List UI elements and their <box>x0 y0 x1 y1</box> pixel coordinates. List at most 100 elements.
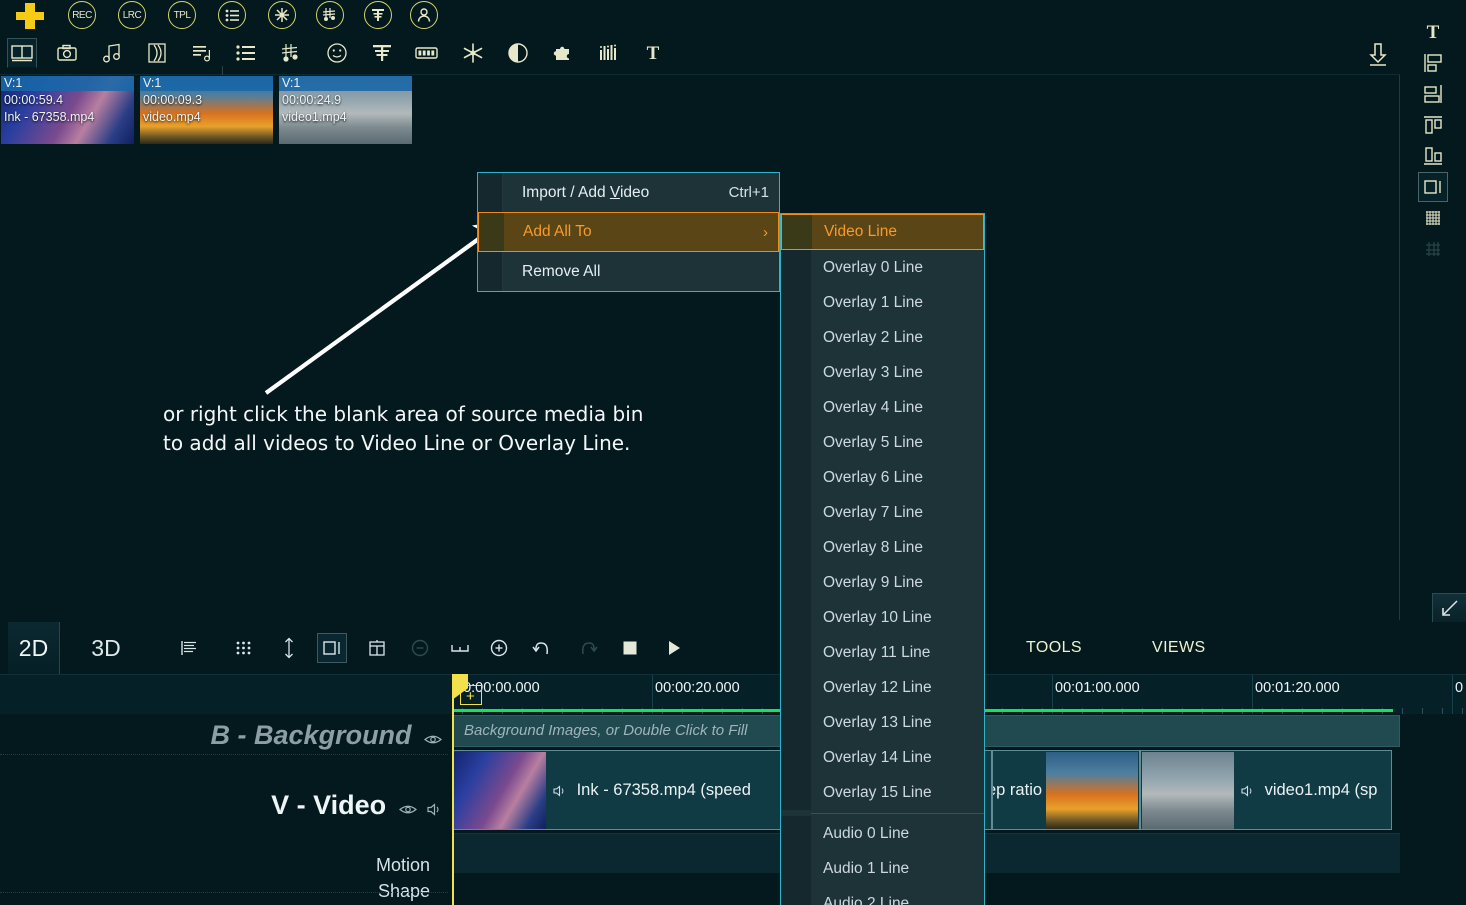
track-sub-label-shape[interactable]: Shape <box>0 878 430 904</box>
lyrics-button[interactable]: LRC <box>118 1 146 29</box>
timeline-tracks: B - Background V - Video Motion Shape Ba… <box>0 709 1466 905</box>
text-tool-icon[interactable]: T <box>1418 17 1448 47</box>
submenu-item-label: Overlay 15 Line <box>823 783 932 801</box>
views-menu[interactable]: VIEWS <box>1152 639 1206 657</box>
submenu-item-overlay-12-line[interactable]: Overlay 12 Line <box>781 670 984 705</box>
emoji-icon[interactable] <box>322 38 352 68</box>
submenu-item-label: Overlay 7 Line <box>823 503 923 521</box>
snowflake-icon[interactable] <box>458 38 488 68</box>
submenu-item-overlay-5-line[interactable]: Overlay 5 Line <box>781 425 984 460</box>
zoom-out-icon[interactable] <box>405 633 435 663</box>
media-filename: video.mp4 <box>143 110 201 124</box>
submenu-item-overlay-6-line[interactable]: Overlay 6 Line <box>781 460 984 495</box>
list-icon[interactable] <box>231 38 261 68</box>
download-icon[interactable] <box>1366 42 1390 68</box>
frame-select-icon[interactable] <box>317 633 347 663</box>
align-center-icon[interactable] <box>1418 79 1448 109</box>
timeline-ruler[interactable]: 00:00:00.000 00:00:20.000 00:01:00.000 00:0… <box>0 674 1466 714</box>
submenu-item-label: Overlay 11 Line <box>823 643 931 661</box>
redo-icon[interactable] <box>573 633 603 663</box>
submenu-item-overlay-2-line[interactable]: Overlay 2 Line <box>781 320 984 355</box>
media-bin-item[interactable]: V:1 00:00:09.3 video.mp4 <box>140 76 273 144</box>
battery-icon[interactable] <box>412 38 442 68</box>
context-menu[interactable]: Import / Add Video Ctrl+1 Add All To › R… <box>477 172 780 292</box>
grid-sparse-icon[interactable] <box>1418 234 1448 264</box>
camera-icon[interactable] <box>52 38 82 68</box>
video-clip[interactable]: video1.mp4 (sp <box>1140 750 1392 830</box>
resize-diagonal-icon[interactable] <box>1432 593 1466 622</box>
sheet-music-icon[interactable] <box>276 38 306 68</box>
puzzle-icon[interactable] <box>548 38 578 68</box>
subtitle-icon[interactable] <box>367 38 397 68</box>
effects-button[interactable] <box>268 1 296 29</box>
submenu-item-overlay-0-line[interactable]: Overlay 0 Line <box>781 250 984 285</box>
play-icon[interactable] <box>659 633 689 663</box>
submenu-item-overlay-13-line[interactable]: Overlay 13 Line <box>781 705 984 740</box>
source-media-bin[interactable]: V:1 00:00:59.4 Ink - 67358.mp4 V:1 00:00… <box>0 75 1400 620</box>
equalizer-icon[interactable] <box>594 38 624 68</box>
tab-3d[interactable]: 3D <box>80 622 132 674</box>
eye-icon[interactable] <box>398 801 421 818</box>
submenu-item-overlay-8-line[interactable]: Overlay 8 Line <box>781 530 984 565</box>
text-icon[interactable]: T <box>638 38 668 68</box>
tools-menu[interactable]: TOOLS <box>1026 639 1082 657</box>
speaker-icon[interactable] <box>427 801 442 818</box>
frame-icon[interactable] <box>1418 172 1448 202</box>
grid-view-icon[interactable] <box>229 633 259 663</box>
subtitle-button[interactable] <box>364 1 392 29</box>
media-bin-icon[interactable] <box>7 38 37 68</box>
submenu-item-overlay-1-line[interactable]: Overlay 1 Line <box>781 285 984 320</box>
playhead-add-icon[interactable]: + <box>466 688 475 705</box>
zoom-in-icon[interactable] <box>484 633 514 663</box>
media-track-label: V:1 <box>1 76 134 91</box>
list-view-icon[interactable] <box>174 633 204 663</box>
user-account-button[interactable] <box>410 1 438 29</box>
stop-icon[interactable] <box>615 633 645 663</box>
submenu-item-overlay-11-line[interactable]: Overlay 11 Line <box>781 635 984 670</box>
list-button[interactable] <box>218 1 246 29</box>
track-sub-label-motion[interactable]: Motion <box>0 852 430 878</box>
clip-label: ep ratio <box>993 781 1042 800</box>
add-media-button[interactable] <box>10 1 50 29</box>
submenu-item-overlay-4-line[interactable]: Overlay 4 Line <box>781 390 984 425</box>
add-all-to-submenu[interactable]: Video Line Overlay 0 Line Overlay 1 Line Ov… <box>780 213 985 905</box>
track-header-video[interactable]: V - Video <box>0 790 448 821</box>
record-button[interactable]: REC <box>68 1 96 29</box>
grid-dense-icon[interactable] <box>1418 203 1448 233</box>
video-clip[interactable]: ep ratio <box>992 750 1140 830</box>
submenu-item-audio-1-line[interactable]: Audio 1 Line <box>781 851 984 886</box>
menu-item-import-add-video[interactable]: Import / Add Video Ctrl+1 <box>478 173 779 212</box>
submenu-item-overlay-14-line[interactable]: Overlay 14 Line <box>781 740 984 775</box>
submenu-separator <box>811 813 984 814</box>
align-left-icon[interactable] <box>1418 48 1448 78</box>
submenu-item-overlay-7-line[interactable]: Overlay 7 Line <box>781 495 984 530</box>
vertical-resize-icon[interactable] <box>274 633 304 663</box>
contrast-icon[interactable] <box>503 38 533 68</box>
submenu-item-video-line[interactable]: Video Line <box>781 214 984 250</box>
submenu-item-audio-2-line[interactable]: Audio 2 Line <box>781 886 984 905</box>
submenu-item-overlay-10-line[interactable]: Overlay 10 Line <box>781 600 984 635</box>
submenu-item-overlay-9-line[interactable]: Overlay 9 Line <box>781 565 984 600</box>
music-note-icon[interactable] <box>97 38 127 68</box>
undo-icon[interactable] <box>527 633 557 663</box>
music-note-button[interactable] <box>316 1 344 29</box>
submenu-item-overlay-3-line[interactable]: Overlay 3 Line <box>781 355 984 390</box>
fit-timeline-icon[interactable] <box>445 633 475 663</box>
playhead-line[interactable] <box>452 674 454 905</box>
media-bin-item[interactable]: V:1 00:00:24.9 video1.mp4 <box>279 76 412 144</box>
template-button[interactable]: TPL <box>168 1 196 29</box>
align-top-icon[interactable] <box>1418 110 1448 140</box>
tab-2d[interactable]: 2D <box>8 622 60 674</box>
calendar-icon[interactable] <box>362 633 392 663</box>
media-bin-item[interactable]: V:1 00:00:59.4 Ink - 67358.mp4 <box>1 76 134 144</box>
eye-icon[interactable] <box>424 731 442 748</box>
menu-item-add-all-to[interactable]: Add All To › <box>478 212 779 252</box>
views-menu-label: VIEWS <box>1152 639 1206 656</box>
track-header-background[interactable]: B - Background <box>0 720 448 751</box>
menu-item-remove-all[interactable]: Remove All <box>478 252 779 291</box>
playlist-icon[interactable] <box>187 38 217 68</box>
align-bottom-icon[interactable] <box>1418 141 1448 171</box>
submenu-item-audio-0-line[interactable]: Audio 0 Line <box>781 816 984 851</box>
submenu-item-overlay-15-line[interactable]: Overlay 15 Line <box>781 775 984 810</box>
transition-icon[interactable] <box>142 38 172 68</box>
